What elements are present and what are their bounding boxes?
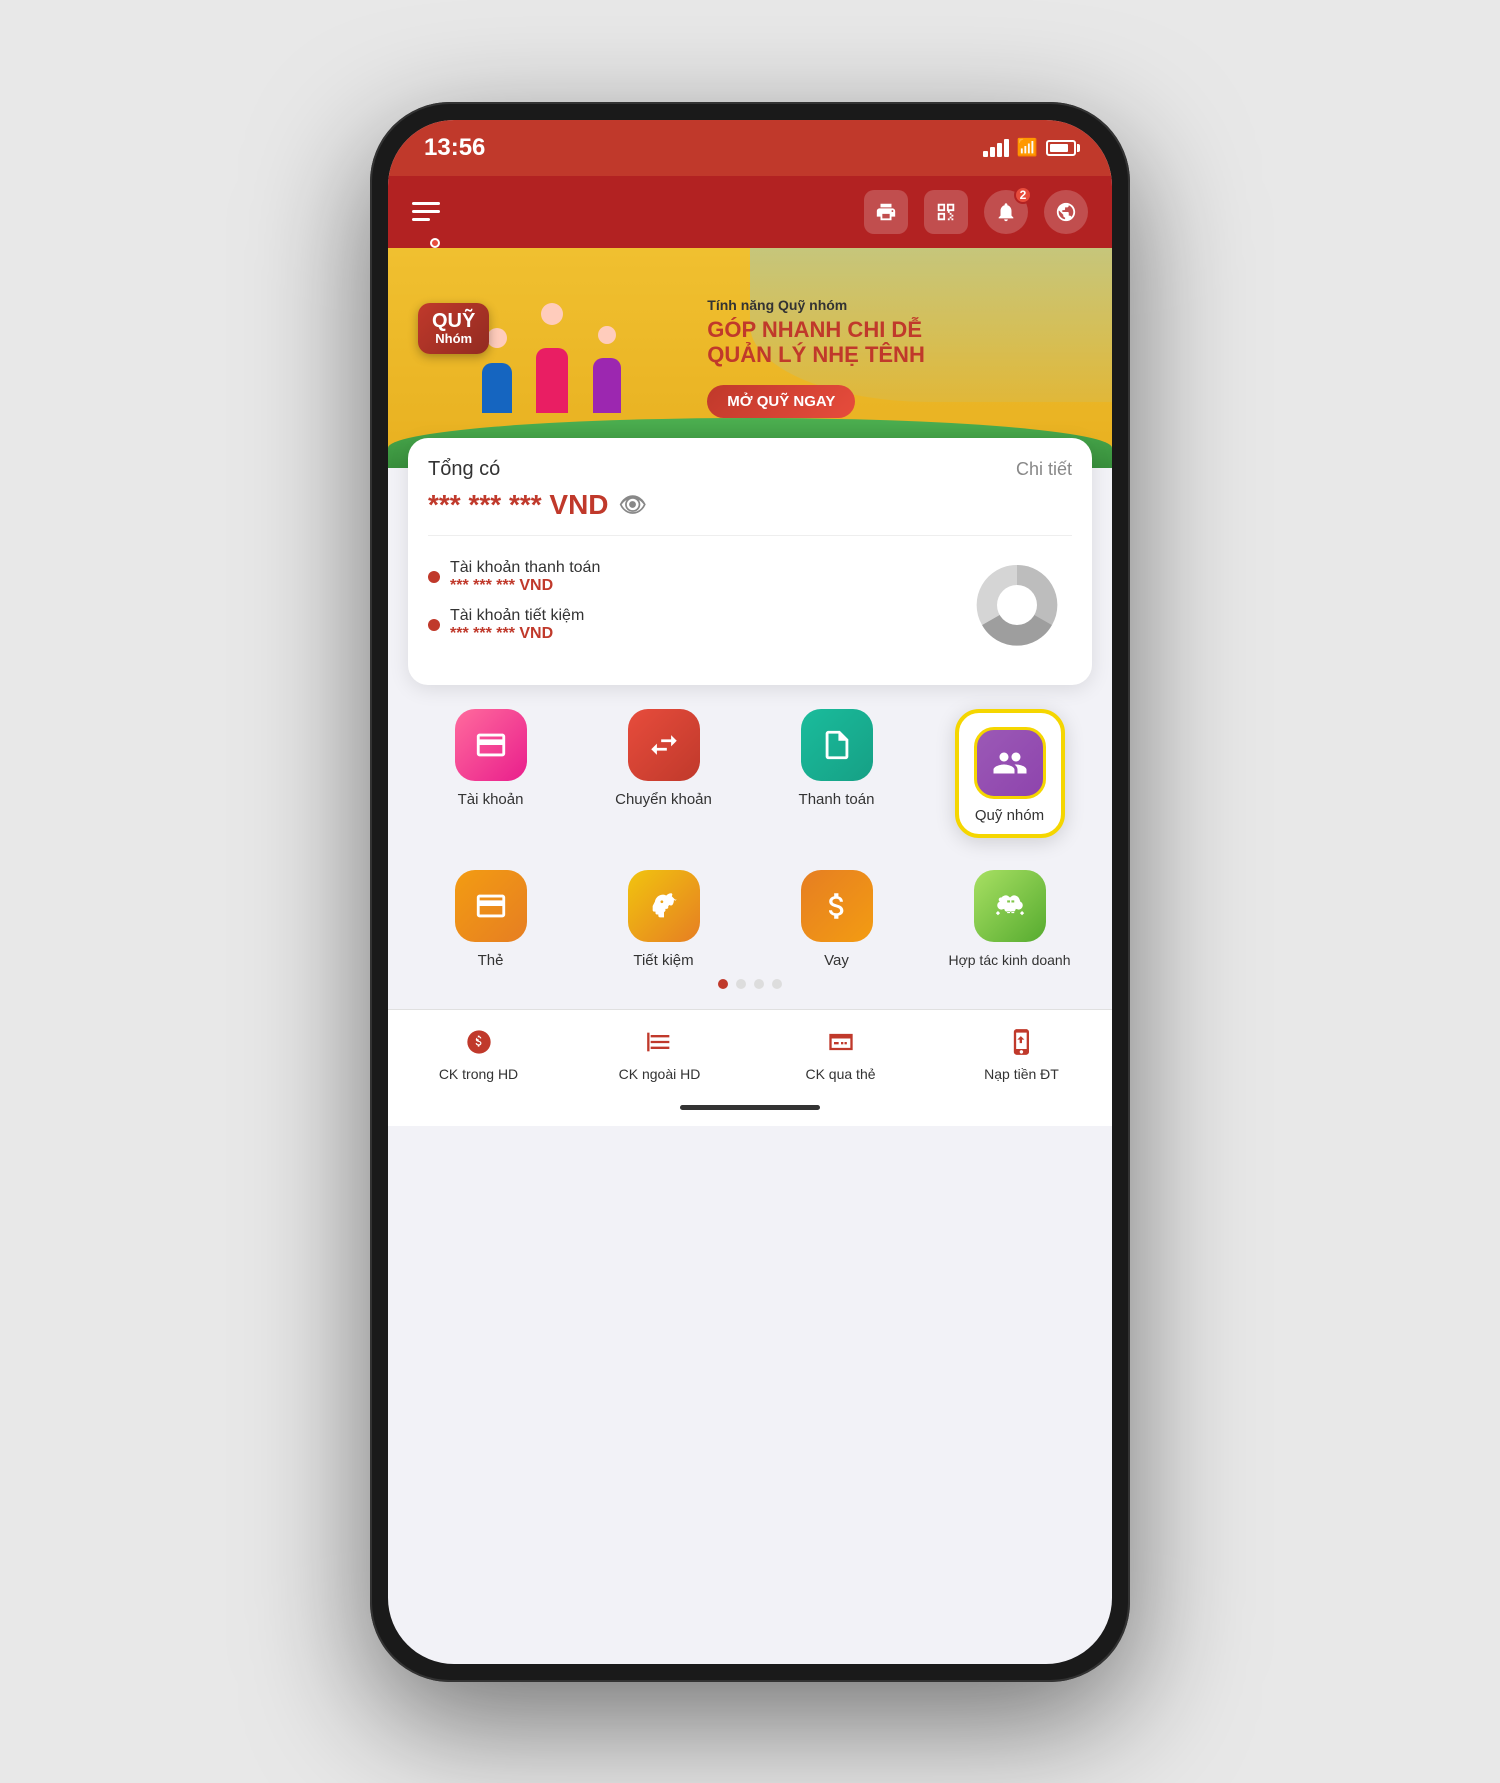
action-tai-khoan[interactable]: Tài khoản <box>408 709 573 838</box>
ck-qua-the-icon <box>821 1024 861 1060</box>
banner-nhom-label: Nhóm <box>432 331 475 346</box>
nap-tien-dt-icon <box>1002 1024 1042 1060</box>
nav-ck-ngoai-hd[interactable]: CK ngoài HD <box>569 1024 750 1082</box>
menu-button[interactable] <box>412 202 440 221</box>
savings-account-label: Tài khoản tiết kiệm <box>450 607 584 625</box>
payment-dot <box>428 571 440 583</box>
page-dot-3[interactable] <box>754 979 764 989</box>
the-icon <box>455 870 527 942</box>
page-dot-2[interactable] <box>736 979 746 989</box>
banner-small-title: Tính năng Quỹ nhóm <box>707 297 1092 313</box>
ck-qua-the-label: CK qua thẻ <box>805 1066 875 1082</box>
vay-icon <box>801 870 873 942</box>
nav-ck-qua-the[interactable]: CK qua thẻ <box>750 1024 931 1082</box>
tai-khoan-icon <box>455 709 527 781</box>
signal-icon <box>983 139 1009 157</box>
banner-button[interactable]: MỞ QUỸ NGAY <box>707 385 855 418</box>
balance-detail-link[interactable]: Chi tiết <box>1016 459 1072 480</box>
action-quy-nhom[interactable]: Quỹ nhóm <box>927 709 1092 838</box>
bottom-nav: CK trong HD CK ngoài HD CK qua thẻ <box>388 1010 1112 1090</box>
menu-notification-dot <box>430 238 440 248</box>
printer-icon-button[interactable] <box>864 190 908 234</box>
the-label: Thẻ <box>478 952 504 969</box>
banner-quy-label: QUỸ <box>432 311 475 331</box>
tai-khoan-label: Tài khoản <box>458 791 524 808</box>
scrollable-content: QUỸ Nhóm Tính năng Quỹ nhóm GÓP NHANH CH… <box>388 248 1112 1126</box>
balance-card: Tổng có Chi tiết *** *** *** VND 👁 <box>408 438 1092 685</box>
ck-trong-hd-icon <box>459 1024 499 1060</box>
banner-big-title1: GÓP NHANH CHI DỄ <box>707 317 1092 342</box>
savings-account-amount: *** *** *** VND <box>450 625 584 643</box>
nav-nap-tien-dt[interactable]: Nạp tiền ĐT <box>931 1024 1112 1082</box>
action-tiet-kiem[interactable]: Tiết kiệm <box>581 870 746 969</box>
page-dot-1[interactable] <box>718 979 728 989</box>
home-indicator <box>388 1090 1112 1126</box>
quick-actions-row1: Tài khoản Chuyển khoản <box>388 685 1112 838</box>
balance-item-savings: Tài khoản tiết kiệm *** *** *** VND <box>428 607 962 643</box>
home-bar <box>680 1105 820 1110</box>
action-hop-tac[interactable]: Hợp tác kinh doanh <box>927 870 1092 969</box>
status-bar: 13:56 📶 <box>388 120 1112 176</box>
content-section: Tổng có Chi tiết *** *** *** VND 👁 <box>388 438 1112 1126</box>
chuyen-khoan-icon <box>628 709 700 781</box>
balance-items: Tài khoản thanh toán *** *** *** VND Tài… <box>428 559 962 655</box>
ck-ngoai-hd-icon <box>640 1024 680 1060</box>
action-vay[interactable]: Vay <box>754 870 919 969</box>
ck-ngoai-hd-label: CK ngoài HD <box>619 1066 701 1082</box>
status-time: 13:56 <box>424 134 485 162</box>
status-icons: 📶 <box>983 138 1076 158</box>
nap-tien-dt-label: Nạp tiền ĐT <box>984 1066 1059 1082</box>
nav-bar: 2 <box>388 176 1112 248</box>
payment-account-label: Tài khoản thanh toán <box>450 559 600 577</box>
balance-amount: *** *** *** VND <box>428 489 609 521</box>
nav-ck-trong-hd[interactable]: CK trong HD <box>388 1024 569 1082</box>
chuyen-khoan-label: Chuyển khoản <box>615 791 712 808</box>
hop-tac-label: Hợp tác kinh doanh <box>948 952 1070 968</box>
balance-label: Tổng có <box>428 458 500 481</box>
quy-nhom-icon <box>974 727 1046 799</box>
divider <box>428 535 1072 536</box>
thanh-toan-icon <box>801 709 873 781</box>
phone-frame: 13:56 📶 <box>370 102 1130 1682</box>
action-chuyen-khoan[interactable]: Chuyển khoản <box>581 709 746 838</box>
nav-icons: 2 <box>864 190 1088 234</box>
battery-icon <box>1046 140 1076 156</box>
quy-nhom-label: Quỹ nhóm <box>975 807 1044 824</box>
action-thanh-toan[interactable]: Thanh toán <box>754 709 919 838</box>
banner[interactable]: QUỸ Nhóm Tính năng Quỹ nhóm GÓP NHANH CH… <box>388 248 1112 468</box>
qr-icon-button[interactable] <box>924 190 968 234</box>
pie-chart <box>962 550 1072 665</box>
phone-screen: 13:56 📶 <box>388 120 1112 1664</box>
action-the[interactable]: Thẻ <box>408 870 573 969</box>
toggle-visibility-icon[interactable]: 👁 <box>619 492 647 518</box>
nav-bar-wrapper: 2 <box>388 176 1112 248</box>
page-dots <box>388 969 1112 1009</box>
quick-actions-row2: Thẻ Tiết kiệm <box>388 838 1112 969</box>
ck-trong-hd-label: CK trong HD <box>439 1066 518 1082</box>
support-icon-button[interactable] <box>1044 190 1088 234</box>
vay-label: Vay <box>824 952 849 969</box>
wifi-icon: 📶 <box>1017 138 1038 158</box>
notification-badge: 2 <box>1014 186 1032 204</box>
balance-item-payment: Tài khoản thanh toán *** *** *** VND <box>428 559 962 595</box>
payment-account-amount: *** *** *** VND <box>450 577 600 595</box>
banner-big-title2: QUẢN LÝ NHẸ TÊNH <box>707 342 1092 367</box>
page-dot-4[interactable] <box>772 979 782 989</box>
tiet-kiem-label: Tiết kiệm <box>633 952 693 969</box>
savings-dot <box>428 619 440 631</box>
hop-tac-icon <box>974 870 1046 942</box>
thanh-toan-label: Thanh toán <box>799 791 875 808</box>
tiet-kiem-icon <box>628 870 700 942</box>
bell-icon-button[interactable]: 2 <box>984 190 1028 234</box>
